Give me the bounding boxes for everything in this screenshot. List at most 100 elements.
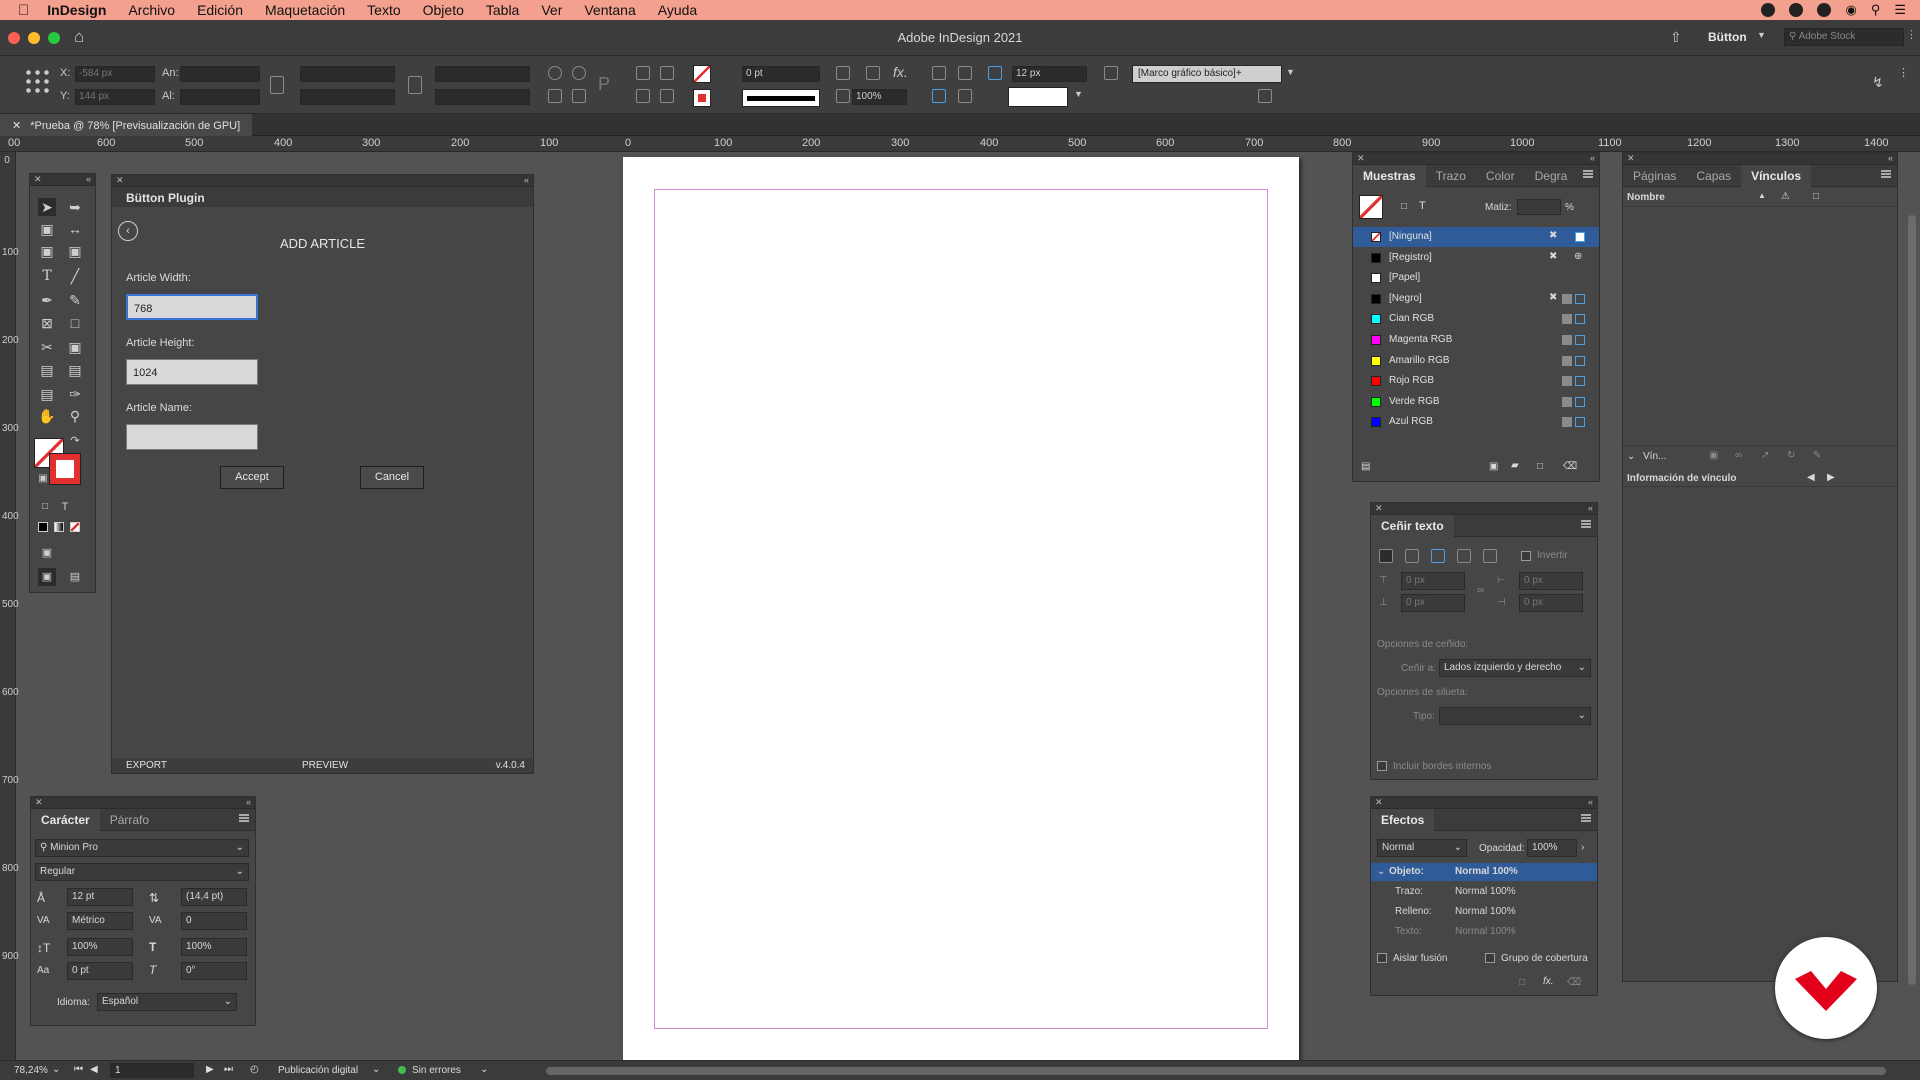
horizontal-ruler[interactable]: 00 600 500 400 300 200 100 0 100 200 300 400 500 600 7… xyxy=(0,136,1920,152)
swap-icon[interactable]: ↷ xyxy=(66,432,84,450)
app-menu[interactable]: InDesign xyxy=(47,2,106,18)
swatch-row[interactable]: Verde RGB xyxy=(1353,392,1599,412)
blend-mode-select[interactable]: Normal ⌄ xyxy=(1377,839,1467,857)
effects-row-objeto[interactable]: ⌄ Objeto: Normal 100% xyxy=(1371,863,1597,881)
cancel-button[interactable]: Cancel xyxy=(360,466,424,489)
update-link-icon[interactable]: ↻ xyxy=(1787,450,1795,461)
eyedropper-tool-icon[interactable]: ✑ xyxy=(66,385,84,403)
creative-cloud-icon[interactable] xyxy=(1789,3,1804,17)
default-colors-icon[interactable]: ▣ xyxy=(34,470,52,488)
swatch-row[interactable]: [Registro] ✖ ⊕ xyxy=(1353,248,1599,268)
gradient-feather-tool-icon[interactable]: ▤ xyxy=(66,361,84,379)
stock-search-input[interactable]: ⚲ Adobe Stock xyxy=(1784,28,1904,46)
wrap-bbox-icon[interactable] xyxy=(1405,549,1419,563)
select-content-icon[interactable] xyxy=(660,66,674,80)
panel-menu-icon[interactable] xyxy=(1581,520,1591,528)
pencil-tool-icon[interactable]: ✎ xyxy=(66,291,84,309)
tab-degradado[interactable]: Degra xyxy=(1525,165,1578,187)
clear-overrides-icon[interactable] xyxy=(1258,89,1272,103)
spotlight-icon[interactable]: ⚲ xyxy=(1871,2,1881,18)
swatch-row[interactable]: [Negro] ✖ xyxy=(1353,289,1599,309)
goto-link-icon[interactable]: ↗ xyxy=(1761,450,1769,461)
text-format-icon[interactable]: T xyxy=(1419,200,1426,212)
leading-field[interactable]: (14,4 pt) xyxy=(181,888,247,906)
tab-efectos[interactable]: Efectos xyxy=(1371,808,1435,831)
screen-mode-preview-icon[interactable]: ▤ xyxy=(66,568,84,586)
apply-none-icon[interactable] xyxy=(70,522,80,532)
content-collector-icon[interactable]: ▣ xyxy=(38,242,56,260)
isolate-blending-checkbox[interactable] xyxy=(1377,953,1387,963)
constrain-proportions-icon[interactable] xyxy=(270,76,284,94)
menu-ventana[interactable]: Ventana xyxy=(584,2,635,18)
wrap-shape-icon[interactable] xyxy=(1431,549,1445,563)
wrap-panel-header[interactable]: ✕ « xyxy=(1371,503,1597,515)
language-select[interactable]: Español ⌄ xyxy=(97,993,237,1011)
folder-icon[interactable]: ▰ xyxy=(1511,460,1519,471)
collapse-icon[interactable]: « xyxy=(1590,153,1595,163)
selection-tool-icon[interactable]: ➤ xyxy=(38,198,56,216)
wrap-to-select[interactable]: Lados izquierdo y derecho ⌄ xyxy=(1439,659,1591,677)
direct-selection-tool-icon[interactable]: ➥ xyxy=(66,198,84,216)
horizontal-scale-field[interactable]: 100% xyxy=(181,938,247,956)
jump-column-icon[interactable] xyxy=(1483,549,1497,563)
kerning-field[interactable]: Métrico xyxy=(67,912,133,930)
right-offset-field[interactable]: 0 px xyxy=(1519,594,1583,612)
collapse-icon[interactable]: « xyxy=(524,175,529,185)
gradient-swatch-tool-icon[interactable]: ▤ xyxy=(38,361,56,379)
effects-row-relleno[interactable]: Relleno: Normal 100% xyxy=(1371,903,1597,921)
close-icon[interactable]: ✕ xyxy=(35,797,43,807)
swatch-row[interactable]: Rojo RGB xyxy=(1353,371,1599,391)
constrain-scale-icon[interactable] xyxy=(408,76,422,94)
close-icon[interactable]: ✕ xyxy=(1375,797,1383,807)
align-left-icon[interactable] xyxy=(932,66,946,80)
apple-icon[interactable]:  xyxy=(18,2,29,19)
prev-icon[interactable]: ◀ xyxy=(1807,472,1815,483)
jump-object-icon[interactable] xyxy=(1457,549,1471,563)
first-page-icon[interactable]: ⏮ xyxy=(74,1064,83,1075)
stroke-swatch-icon[interactable] xyxy=(49,453,81,485)
edit-original-icon[interactable]: ✎ xyxy=(1813,450,1821,461)
baseline-shift-field[interactable]: 0 pt xyxy=(67,962,133,980)
menu-archivo[interactable]: Archivo xyxy=(128,2,175,18)
rotation-field[interactable] xyxy=(435,66,530,82)
tab-vinculos[interactable]: Vínculos xyxy=(1741,164,1812,187)
tab-muestras[interactable]: Muestras xyxy=(1353,164,1426,187)
links-panel-header[interactable]: ✕ « xyxy=(1623,153,1897,165)
article-width-input[interactable]: 768 xyxy=(126,294,258,320)
accept-button[interactable]: Accept xyxy=(220,466,284,489)
page-tool-icon[interactable]: ▣ xyxy=(38,220,56,238)
width-field[interactable] xyxy=(180,66,260,82)
effects-row-trazo[interactable]: Trazo: Normal 100% xyxy=(1371,883,1597,901)
fill-color-box[interactable] xyxy=(1008,87,1068,107)
panel-menu-icon[interactable] xyxy=(1881,170,1891,178)
tab-paginas[interactable]: Páginas xyxy=(1623,165,1686,187)
document-intent[interactable]: Publicación digital xyxy=(278,1065,358,1076)
select-container-icon[interactable] xyxy=(636,66,650,80)
collapse-icon[interactable]: « xyxy=(86,174,91,184)
panel-menu-icon[interactable] xyxy=(239,814,249,822)
menu-edicion[interactable]: Edición xyxy=(197,2,243,18)
next-page-icon[interactable]: ▶ xyxy=(206,1064,214,1075)
new-swatch-icon[interactable]: □ xyxy=(1537,461,1543,472)
swatch-row[interactable]: [Papel] xyxy=(1353,268,1599,288)
warning-icon[interactable]: ⚠ xyxy=(1781,191,1790,202)
tab-trazo[interactable]: Trazo xyxy=(1426,165,1476,187)
trash-icon[interactable]: ⌫ xyxy=(1567,977,1581,988)
document-tab[interactable]: ✕ *Prueba @ 78% [Previsualización de GPU… xyxy=(0,114,253,136)
more-icon[interactable]: ⋮ xyxy=(1898,66,1909,79)
more-icon[interactable]: ⋮ xyxy=(1906,28,1917,41)
formatting-container-icon[interactable]: □ xyxy=(36,498,54,516)
apply-gradient-icon[interactable] xyxy=(54,522,64,532)
vertical-scale-field[interactable]: 100% xyxy=(67,938,133,956)
scale-y-field[interactable] xyxy=(300,89,395,105)
lightning-icon[interactable]: ↯ xyxy=(1872,74,1884,91)
trash-icon[interactable]: ⌫ xyxy=(1563,461,1577,472)
view-mode-icon[interactable]: ▣ xyxy=(38,544,56,562)
menu-texto[interactable]: Texto xyxy=(367,2,400,18)
fill-stroke-proxy-icon[interactable] xyxy=(1359,195,1383,219)
scissors-tool-icon[interactable]: ✂ xyxy=(38,338,56,356)
tab-parrafo[interactable]: Párrafo xyxy=(100,809,159,831)
record-icon[interactable] xyxy=(1761,3,1776,17)
panel-menu-icon[interactable] xyxy=(1583,170,1593,178)
gap-tool-icon[interactable]: ↔ xyxy=(66,220,84,238)
